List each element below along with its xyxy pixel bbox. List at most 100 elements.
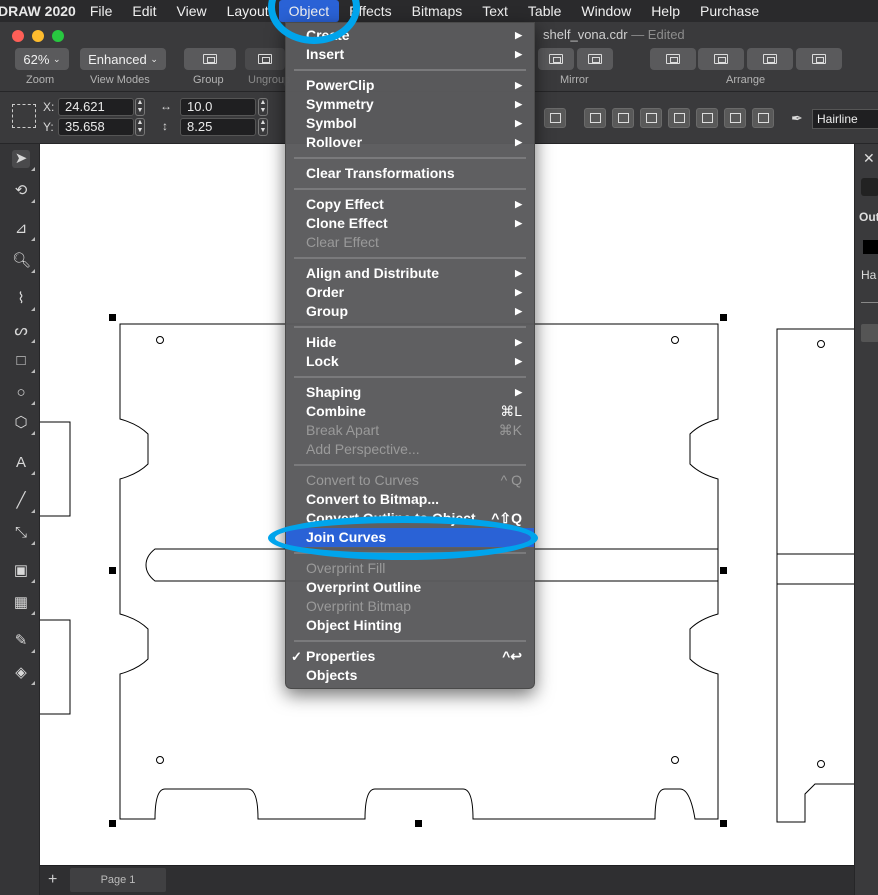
menu-file[interactable]: File [80,0,123,22]
boolean-shape-button[interactable] [752,108,774,128]
menu-item-clone-effect[interactable]: Clone Effect ▶ [286,214,534,233]
outline-color-swatch[interactable] [863,240,878,254]
x-stepper[interactable]: ▲ ▼ [135,98,145,116]
menu-item-copy-effect[interactable]: Copy Effect ▶ [286,195,534,214]
mirror-horizontal-button[interactable] [538,48,574,70]
zoom-dropdown[interactable]: 62% ⌄ [15,48,69,70]
submenu-arrow-icon: ▶ [515,218,522,228]
menu-item-shaping[interactable]: Shaping ▶ [286,383,534,402]
menu-item-convert-to-bitmap[interactable]: Convert to Bitmap... [286,490,534,509]
back-minus-front-button[interactable] [696,108,718,128]
shelf-part-right [776,328,854,823]
text-tool-icon[interactable]: A [12,454,35,475]
y-stepper[interactable]: ▲ ▼ [135,118,145,136]
outline-width-docker-field[interactable]: Ha [861,268,876,282]
menu-item-symbol[interactable]: Symbol ▶ [286,114,534,133]
menu-purchase[interactable]: Purchase [690,0,769,22]
zoom-tool-icon[interactable]: 🔍︎ [12,252,35,273]
menu-item-insert[interactable]: Insert ▶ [286,45,534,64]
outline-section-label: Out [859,210,878,224]
outline-width-field[interactable]: Hairline [812,109,878,129]
menu-item-objects[interactable]: Objects [286,666,534,685]
rectangle-tool-icon[interactable]: □ [12,352,35,373]
reference-point-icon[interactable] [12,104,36,128]
drop-shadow-tool-icon[interactable]: ▣ [12,562,35,583]
menu-item-label: Align and Distribute [306,265,439,281]
y-position-field[interactable]: 35.658 [58,118,134,136]
mirror-vertical-button[interactable] [577,48,613,70]
back-one-button[interactable] [796,48,842,70]
menu-item-symmetry[interactable]: Symmetry ▶ [286,95,534,114]
menu-item-clear-transformations[interactable]: Clear Transformations [286,164,534,183]
ungroup-button[interactable] [245,48,285,70]
shape-tool-icon[interactable]: ⟲ [12,182,35,203]
weld-button[interactable] [544,108,566,128]
to-front-button[interactable] [650,48,696,70]
front-minus-back-button[interactable] [668,108,690,128]
menu-edit[interactable]: Edit [122,0,166,22]
menu-item-order[interactable]: Order ▶ [286,283,534,302]
artistic-media-tool-icon[interactable]: ᔕ [12,322,35,343]
menu-table[interactable]: Table [518,0,571,22]
add-page-button[interactable]: + [48,871,57,889]
trim-button[interactable] [584,108,606,128]
menu-item-label: Break Apart [306,422,380,438]
properties-docker: ✕ Out Ha [854,144,878,895]
menu-item-label: Overprint Outline [306,579,422,595]
menu-item-object-hinting[interactable]: Object Hinting [286,616,534,635]
width-field[interactable]: 10.0 [180,98,256,116]
simplify-button[interactable] [640,108,662,128]
menu-item-shortcut: ⌘L [500,403,522,419]
submenu-arrow-icon: ▶ [515,137,522,147]
eyedropper-tool-icon[interactable]: ✎ [12,632,35,653]
menu-item-lock[interactable]: Lock ▶ [286,352,534,371]
minimize-window-button[interactable] [32,30,44,42]
menu-window[interactable]: Window [571,0,641,22]
zoom-value: 62% [23,51,50,67]
app-title[interactable]: DRAW 2020 [0,3,80,19]
transparency-tool-icon[interactable]: ▦ [12,594,35,615]
menu-item-label: Lock [306,353,339,369]
pick-tool-icon[interactable]: ➤ [12,150,35,171]
close-icon[interactable]: ✕ [863,150,875,167]
menu-help[interactable]: Help [641,0,690,22]
menu-separator [294,376,526,378]
zoom-window-button[interactable] [52,30,64,42]
height-stepper[interactable]: ▲ ▼ [258,118,268,136]
group-button[interactable] [184,48,236,70]
to-back-button[interactable] [698,48,744,70]
freehand-tool-icon[interactable]: ⌇ [12,290,35,311]
corner-icon[interactable] [861,324,878,342]
close-window-button[interactable] [12,30,24,42]
interactive-fill-tool-icon[interactable]: ◈ [12,664,35,685]
menu-view[interactable]: View [167,0,217,22]
menu-item-overprint-outline[interactable]: Overprint Outline [286,578,534,597]
ellipse-tool-icon[interactable]: ○ [12,384,35,405]
menu-item-rollover[interactable]: Rollover ▶ [286,133,534,152]
menu-item-hide[interactable]: Hide ▶ [286,333,534,352]
x-position-field[interactable]: 24.621 [58,98,134,116]
menu-item-label: Add Perspective... [306,441,420,457]
outline-pen-icon[interactable] [861,178,878,196]
menu-item-align-distribute[interactable]: Align and Distribute ▶ [286,264,534,283]
menu-item-properties[interactable]: ✓ Properties ^↩ [286,647,534,666]
polygon-tool-icon[interactable]: ⬡ [12,414,35,435]
menu-item-label: Overprint Fill [306,560,386,576]
menu-item-shortcut: ^ Q [500,472,522,488]
menu-item-overprint-bitmap: Overprint Bitmap [286,597,534,616]
menu-item-group[interactable]: Group ▶ [286,302,534,321]
page-tab[interactable]: Page 1 [70,868,166,892]
view-modes-dropdown[interactable]: Enhanced ⌄ [80,48,166,70]
create-boundary-button[interactable] [724,108,746,128]
width-stepper[interactable]: ▲ ▼ [258,98,268,116]
parallel-dimension-tool-icon[interactable]: ╱ [12,492,35,513]
forward-one-button[interactable] [747,48,793,70]
height-field[interactable]: 8.25 [180,118,256,136]
crop-tool-icon[interactable]: ⊿ [12,220,35,241]
menu-text[interactable]: Text [472,0,518,22]
menu-item-combine[interactable]: Combine ⌘L [286,402,534,421]
connector-tool-icon[interactable]: ⤡ [12,524,35,545]
menu-item-powerclip[interactable]: PowerClip ▶ [286,76,534,95]
intersect-button[interactable] [612,108,634,128]
menu-bitmaps[interactable]: Bitmaps [402,0,473,22]
